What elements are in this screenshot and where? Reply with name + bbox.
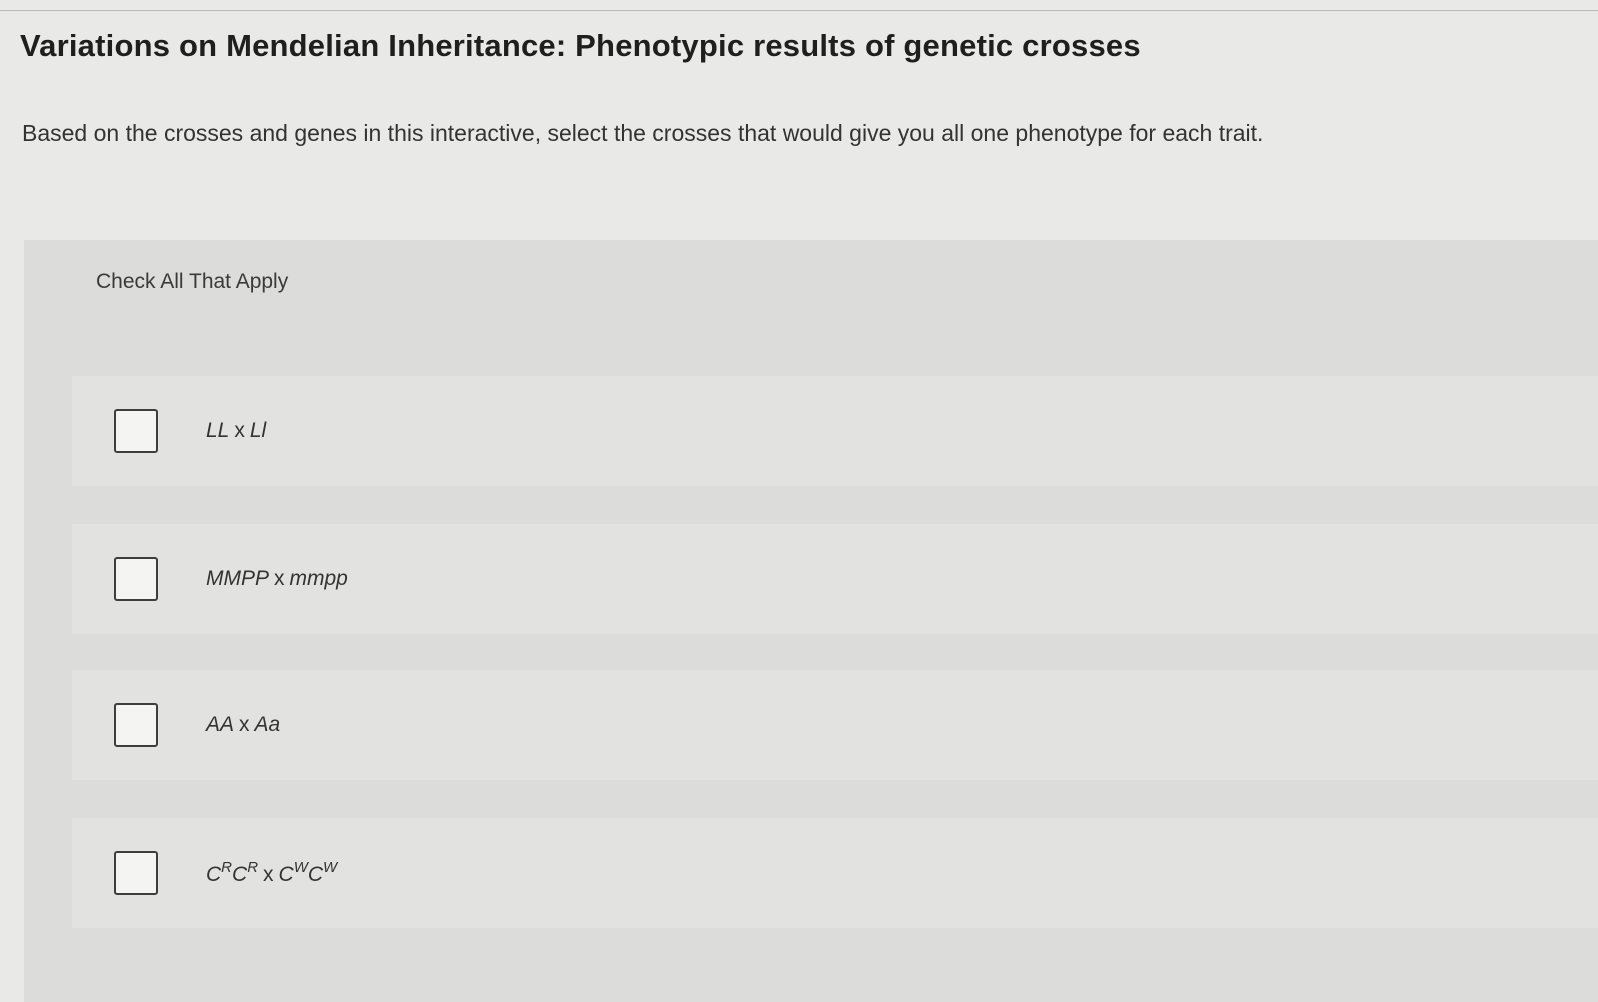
- cross-parent-1: MMPP: [206, 567, 269, 590]
- cross-parent-1: CRCR: [206, 859, 258, 886]
- answer-option-label[interactable]: MMPP x mmpp: [206, 567, 348, 591]
- allele-base: C: [278, 863, 294, 886]
- answer-option-1[interactable]: LL x Ll: [72, 376, 1598, 486]
- question-instructions: Based on the crosses and genes in this i…: [22, 120, 1264, 146]
- answer-option-3[interactable]: AA x Aa: [72, 670, 1598, 780]
- cross-parent-2: Aa: [254, 713, 281, 736]
- answer-checkbox[interactable]: [114, 851, 158, 895]
- answer-option-label[interactable]: AA x Aa: [206, 713, 280, 737]
- allele-base: C: [232, 863, 248, 886]
- allele-base: C: [307, 863, 324, 886]
- answer-checkbox[interactable]: [114, 409, 158, 453]
- answer-option-label[interactable]: CRCR x CWCW: [206, 859, 337, 887]
- answer-checkbox[interactable]: [114, 557, 158, 601]
- cross-parent-1: AA: [206, 713, 235, 736]
- allele-superscript: R: [247, 859, 259, 876]
- cross-parent-2: mmpp: [289, 567, 348, 590]
- page-title: Variations on Mendelian Inheritance: Phe…: [20, 28, 1141, 63]
- allele-superscript: W: [323, 859, 338, 876]
- cross-parent-1: LL: [206, 419, 230, 442]
- allele-superscript: W: [293, 859, 308, 876]
- allele-base: C: [206, 863, 222, 886]
- top-divider: [0, 0, 1598, 11]
- cross-symbol: x: [239, 713, 250, 736]
- check-all-that-apply-label: Check All That Apply: [96, 270, 289, 293]
- cross-symbol: x: [274, 567, 285, 590]
- cross-symbol: x: [234, 419, 245, 442]
- answer-option-label[interactable]: LL x Ll: [206, 419, 266, 443]
- allele-superscript: R: [221, 859, 233, 876]
- question-panel: Check All That Apply LL x Ll MMPP x mmpp AA x…: [24, 240, 1598, 1002]
- answer-option-2[interactable]: MMPP x mmpp: [72, 524, 1598, 634]
- cross-parent-2: CWCW: [278, 859, 338, 886]
- cross-parent-2: Ll: [249, 419, 267, 442]
- answer-option-4[interactable]: CRCR x CWCW: [72, 818, 1598, 928]
- answer-checkbox[interactable]: [114, 703, 158, 747]
- cross-symbol: x: [263, 863, 274, 886]
